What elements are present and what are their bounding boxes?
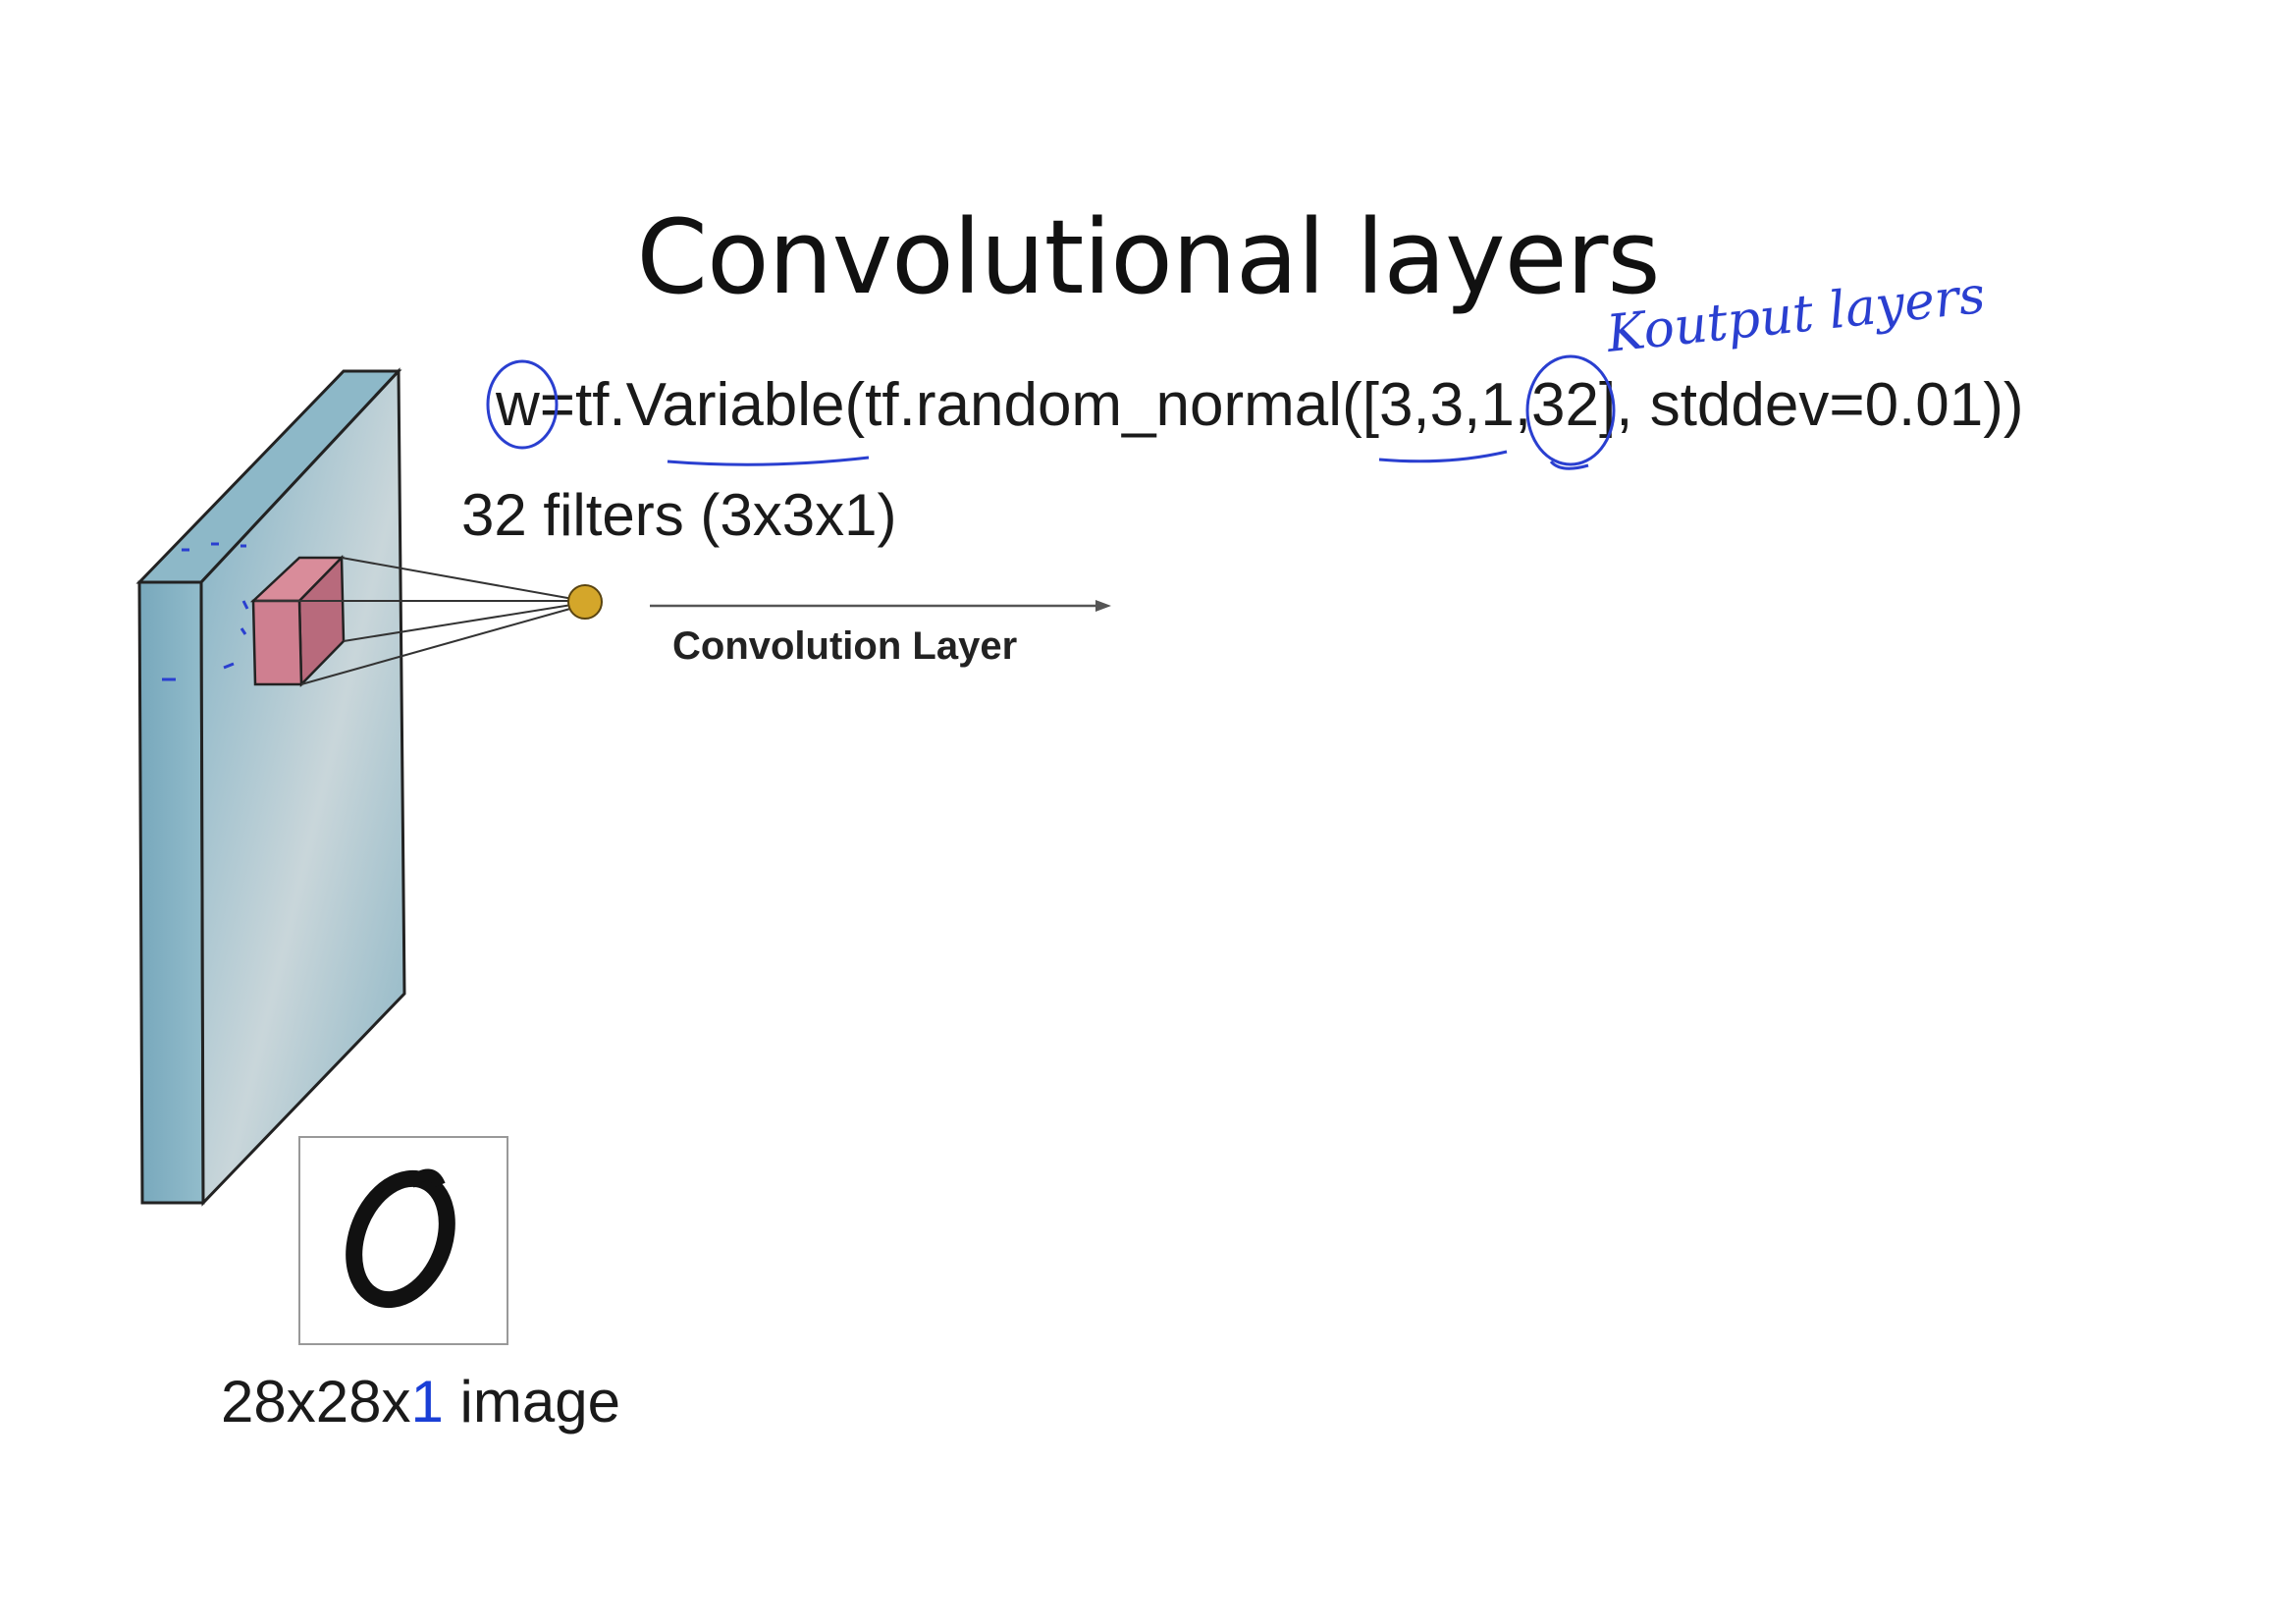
input-volume-slab — [135, 367, 406, 1207]
mnist-digit-icon — [298, 1136, 508, 1345]
output-neuron-icon — [567, 584, 603, 620]
diagram-canvas — [135, 354, 1616, 1345]
convolution-arrow — [650, 600, 1111, 612]
